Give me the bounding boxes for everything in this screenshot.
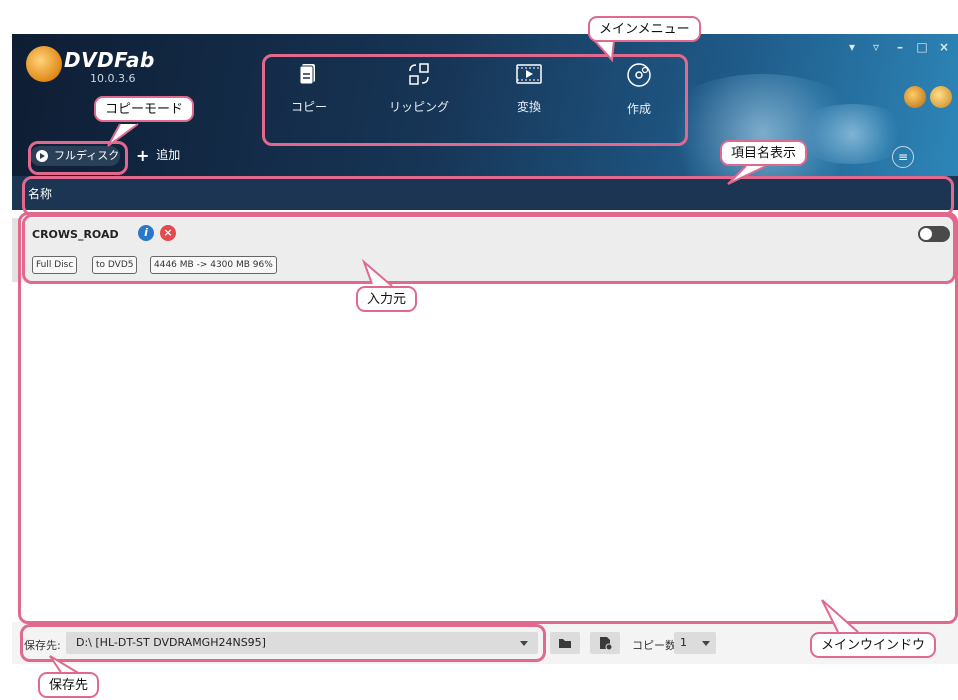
callout-copy-mode: コピーモード — [94, 96, 195, 122]
callout-source: 入力元 — [356, 286, 418, 312]
pointer-column-header — [727, 165, 767, 185]
pointer-copy-mode — [107, 123, 139, 147]
pointer-source — [361, 258, 393, 287]
callout-column-header: 項目名表示 — [720, 140, 808, 166]
callout-main-window: メインウインドウ — [810, 632, 937, 658]
callout-main-menu: メインメニュー — [588, 16, 701, 42]
pointer-main-window — [821, 599, 859, 633]
callout-save-destination: 保存先 — [38, 672, 100, 698]
pointer-main-menu — [593, 39, 615, 63]
